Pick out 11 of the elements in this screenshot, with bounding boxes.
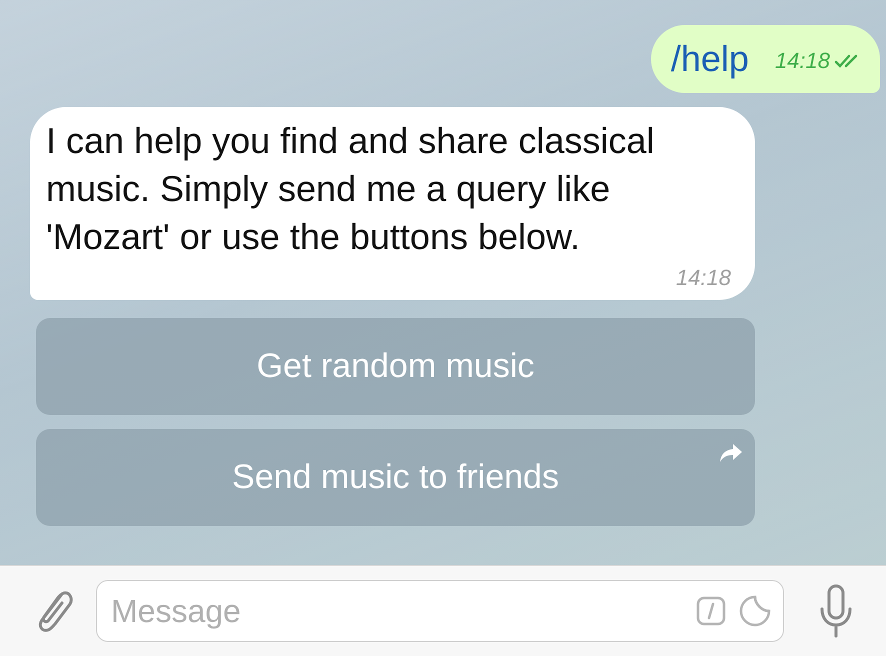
sticker-icon[interactable] (738, 594, 772, 628)
bot-command-icon[interactable] (696, 596, 726, 626)
message-text: I can help you find and share classical music. Simply send me a query like 'Mozart' or use the buttons below. (46, 119, 656, 259)
message-time: 14:18 (774, 47, 830, 75)
message-time: 14:18 (676, 264, 731, 292)
keyboard-button[interactable]: Send music to friends (36, 429, 755, 526)
keyboard-button[interactable]: Get random music (36, 318, 755, 415)
share-arrow-icon (719, 443, 743, 463)
message-input-field[interactable]: Message (96, 580, 784, 642)
message-text: /help (670, 37, 749, 81)
microphone-icon[interactable] (818, 583, 854, 639)
